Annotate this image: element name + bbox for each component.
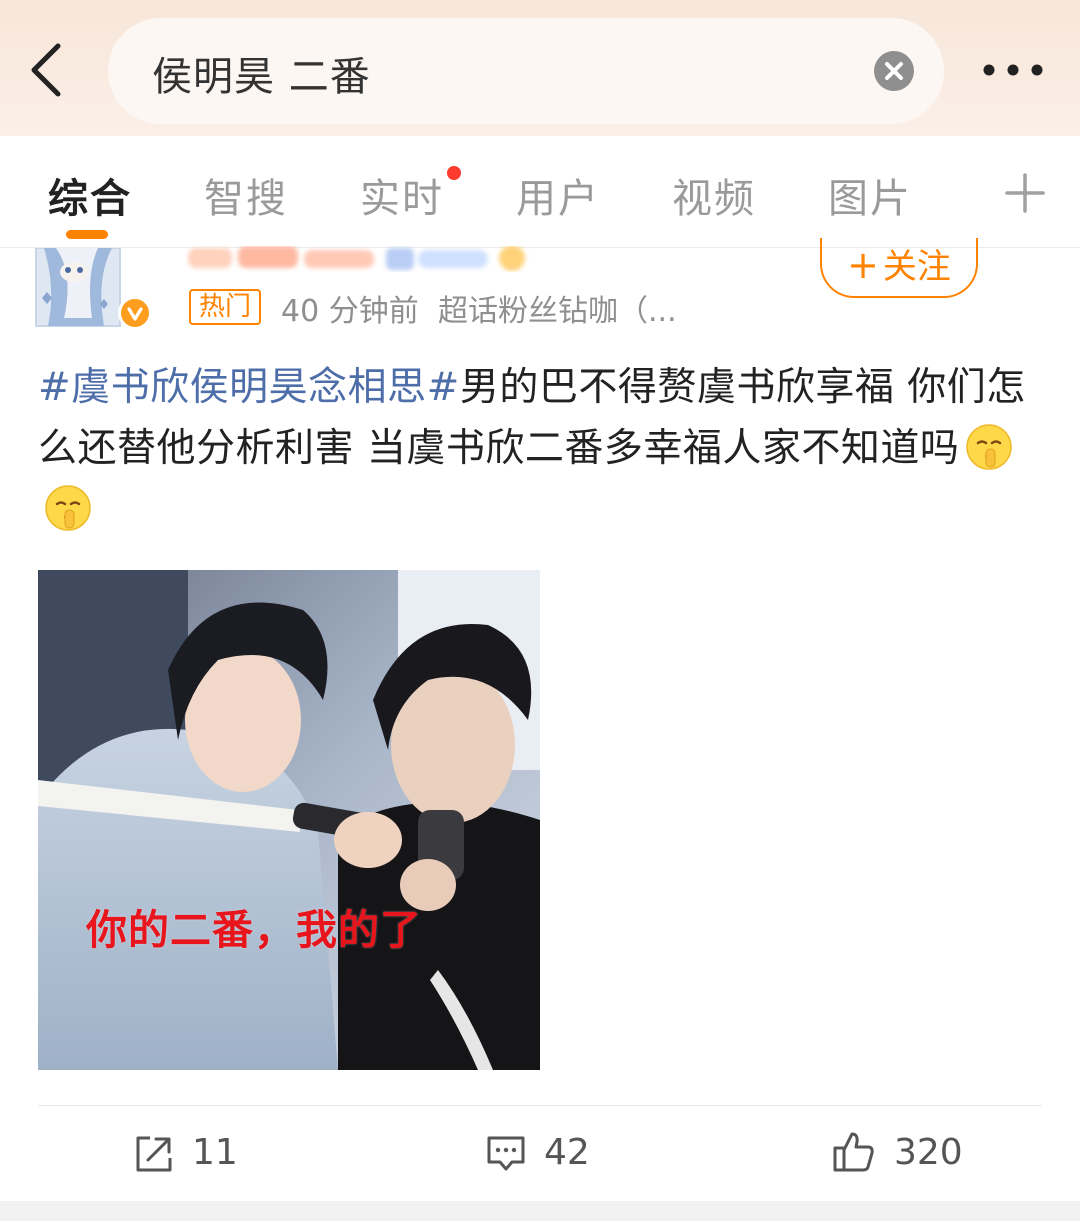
comment-button[interactable]: 42: [486, 1128, 606, 1178]
back-button[interactable]: [20, 40, 76, 100]
search-header: 侯明昊 二番: [0, 0, 1080, 136]
active-tab-indicator: [66, 230, 108, 239]
verified-badge-icon: [118, 296, 152, 330]
bottom-separator: [0, 1201, 1080, 1221]
topic-link[interactable]: #虞书欣侯明昊念相思#: [38, 365, 460, 410]
tab-smart-search[interactable]: 智搜: [204, 166, 288, 224]
more-horizontal-icon: [983, 64, 1043, 76]
like-count: 320: [894, 1132, 963, 1173]
tab-images[interactable]: 图片: [828, 166, 912, 224]
share-icon: [136, 1136, 172, 1172]
close-icon: [885, 62, 903, 80]
post-image[interactable]: 你的二番，我的了: [38, 570, 540, 1070]
plus-icon: [1005, 173, 1045, 213]
post-source[interactable]: 超话粉丝钻咖（...: [438, 286, 677, 330]
repost-count: 11: [192, 1132, 238, 1173]
hot-badge: 热门: [189, 289, 262, 325]
tab-videos[interactable]: 视频: [672, 166, 756, 224]
post-body: #虞书欣侯明昊念相思#男的巴不得赘虞书欣享福 你们怎么还替他分析利害 当虞书欣二…: [38, 357, 1048, 540]
shush-emoji-icon: [965, 423, 1013, 471]
divider: [38, 1105, 1042, 1106]
search-query-text: 侯明昊 二番: [152, 54, 371, 100]
chevron-left-icon: [31, 43, 61, 97]
more-options-button[interactable]: [972, 48, 1054, 92]
image-caption: 你的二番，我的了: [86, 906, 422, 954]
repost-button[interactable]: 11: [134, 1128, 244, 1178]
tab-realtime[interactable]: 实时: [360, 166, 444, 224]
tab-users[interactable]: 用户: [516, 166, 600, 224]
comment-icon: [487, 1136, 525, 1171]
shush-emoji-icon: [44, 484, 92, 532]
add-tab-button[interactable]: [1004, 172, 1046, 214]
follow-label: 关注: [882, 247, 951, 287]
plus-icon: +: [847, 243, 879, 287]
search-tabs: 综合 智搜 实时 用户 视频 图片: [0, 136, 1080, 248]
comment-count: 42: [544, 1132, 590, 1173]
follow-button[interactable]: + 关注: [820, 238, 978, 298]
tab-comprehensive[interactable]: 综合: [48, 166, 132, 224]
realtime-notification-dot: [447, 166, 461, 180]
thumbs-up-icon: [833, 1132, 874, 1172]
search-input[interactable]: 侯明昊 二番: [108, 18, 944, 124]
clear-search-button[interactable]: [874, 51, 914, 91]
post-time: 40 分钟前: [281, 294, 419, 329]
like-button[interactable]: 320: [832, 1128, 972, 1178]
username-blurred[interactable]: [186, 246, 536, 272]
